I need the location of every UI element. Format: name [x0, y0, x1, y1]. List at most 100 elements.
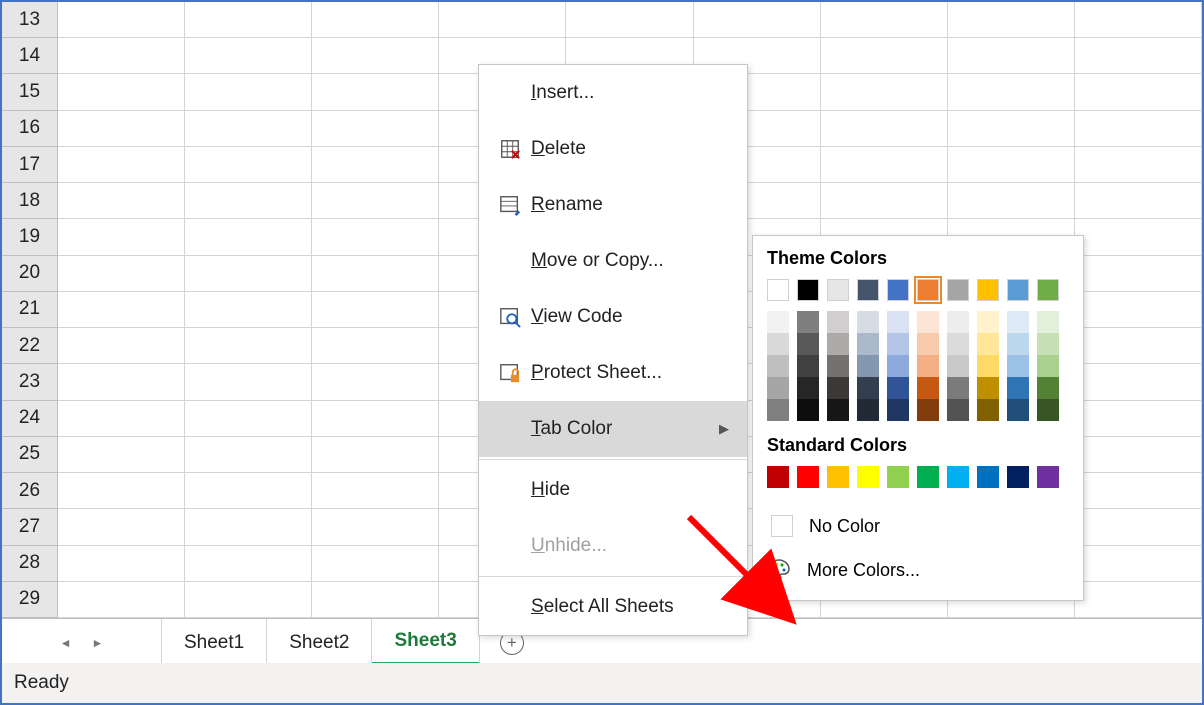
- shade-color-swatch[interactable]: [977, 333, 999, 355]
- cell[interactable]: [185, 328, 312, 363]
- cell[interactable]: [185, 364, 312, 399]
- cell[interactable]: [566, 2, 693, 37]
- standard-color-swatch[interactable]: [947, 466, 969, 488]
- ctx-protect-sheet[interactable]: Protect Sheet...: [479, 345, 747, 401]
- shade-color-swatch[interactable]: [767, 311, 789, 333]
- row-header[interactable]: 25: [2, 437, 57, 473]
- cell[interactable]: [948, 2, 1075, 37]
- theme-color-swatch[interactable]: [1037, 279, 1059, 301]
- standard-color-swatch[interactable]: [977, 466, 999, 488]
- cell[interactable]: [1075, 292, 1202, 327]
- cell[interactable]: [1075, 111, 1202, 146]
- cell[interactable]: [185, 183, 312, 218]
- theme-color-swatch[interactable]: [887, 279, 909, 301]
- shade-color-swatch[interactable]: [917, 311, 939, 333]
- shade-color-swatch[interactable]: [797, 311, 819, 333]
- row-header[interactable]: 22: [2, 328, 57, 364]
- theme-color-swatch[interactable]: [857, 279, 879, 301]
- cell[interactable]: [1075, 401, 1202, 436]
- standard-color-swatch[interactable]: [767, 466, 789, 488]
- standard-color-swatch[interactable]: [917, 466, 939, 488]
- cell[interactable]: [312, 509, 439, 544]
- ctx-rename[interactable]: Rename: [479, 177, 747, 233]
- shade-color-swatch[interactable]: [887, 333, 909, 355]
- cell[interactable]: [185, 2, 312, 37]
- row-header[interactable]: 26: [2, 473, 57, 509]
- cell[interactable]: [58, 364, 185, 399]
- row-header[interactable]: 18: [2, 183, 57, 219]
- shade-color-swatch[interactable]: [1037, 333, 1059, 355]
- cell[interactable]: [1075, 74, 1202, 109]
- row-header[interactable]: 19: [2, 219, 57, 255]
- cell[interactable]: [948, 111, 1075, 146]
- cell[interactable]: [58, 256, 185, 291]
- cell[interactable]: [312, 328, 439, 363]
- shade-color-swatch[interactable]: [827, 399, 849, 421]
- shade-color-swatch[interactable]: [797, 377, 819, 399]
- cell[interactable]: [185, 582, 312, 617]
- cell[interactable]: [312, 437, 439, 472]
- cell[interactable]: [1075, 546, 1202, 581]
- cell[interactable]: [58, 546, 185, 581]
- cell[interactable]: [312, 2, 439, 37]
- cell[interactable]: [58, 38, 185, 73]
- cell[interactable]: [312, 147, 439, 182]
- cell[interactable]: [185, 38, 312, 73]
- cell[interactable]: [58, 328, 185, 363]
- cell[interactable]: [185, 292, 312, 327]
- shade-color-swatch[interactable]: [827, 333, 849, 355]
- no-color-item[interactable]: No Color: [767, 504, 1069, 548]
- cell[interactable]: [1075, 364, 1202, 399]
- shade-color-swatch[interactable]: [827, 355, 849, 377]
- shade-color-swatch[interactable]: [857, 311, 879, 333]
- cell[interactable]: [1075, 219, 1202, 254]
- cell[interactable]: [58, 111, 185, 146]
- standard-color-swatch[interactable]: [1037, 466, 1059, 488]
- cell[interactable]: [185, 546, 312, 581]
- shade-color-swatch[interactable]: [767, 355, 789, 377]
- shade-color-swatch[interactable]: [827, 311, 849, 333]
- cell[interactable]: [821, 147, 948, 182]
- shade-color-swatch[interactable]: [947, 399, 969, 421]
- ctx-select-all-sheets[interactable]: Select All Sheets: [479, 579, 747, 635]
- shade-color-swatch[interactable]: [767, 399, 789, 421]
- shade-color-swatch[interactable]: [947, 377, 969, 399]
- cell[interactable]: [821, 74, 948, 109]
- row-header[interactable]: 15: [2, 74, 57, 110]
- shade-color-swatch[interactable]: [827, 377, 849, 399]
- cell[interactable]: [312, 292, 439, 327]
- cell[interactable]: [58, 2, 185, 37]
- cell[interactable]: [1075, 328, 1202, 363]
- shade-color-swatch[interactable]: [977, 311, 999, 333]
- cell[interactable]: [185, 147, 312, 182]
- shade-color-swatch[interactable]: [977, 399, 999, 421]
- shade-color-swatch[interactable]: [977, 355, 999, 377]
- shade-color-swatch[interactable]: [797, 399, 819, 421]
- cell[interactable]: [58, 219, 185, 254]
- cell[interactable]: [185, 509, 312, 544]
- standard-color-swatch[interactable]: [1007, 466, 1029, 488]
- ctx-unhide[interactable]: Unhide...: [479, 518, 747, 574]
- sheet-tab[interactable]: Sheet3: [372, 619, 479, 666]
- shade-color-swatch[interactable]: [947, 355, 969, 377]
- cell[interactable]: [58, 74, 185, 109]
- cell[interactable]: [58, 401, 185, 436]
- shade-color-swatch[interactable]: [887, 311, 909, 333]
- shade-color-swatch[interactable]: [857, 377, 879, 399]
- shade-color-swatch[interactable]: [917, 355, 939, 377]
- sheet-tab[interactable]: Sheet2: [267, 619, 372, 666]
- shade-color-swatch[interactable]: [947, 333, 969, 355]
- shade-color-swatch[interactable]: [1007, 333, 1029, 355]
- shade-color-swatch[interactable]: [1007, 399, 1029, 421]
- shade-color-swatch[interactable]: [767, 377, 789, 399]
- cell[interactable]: [312, 473, 439, 508]
- cell[interactable]: [1075, 2, 1202, 37]
- tab-scroll-buttons[interactable]: ◄ ►: [2, 619, 162, 666]
- cell[interactable]: [1075, 256, 1202, 291]
- theme-color-swatch[interactable]: [977, 279, 999, 301]
- ctx-insert[interactable]: Insert...: [479, 65, 747, 121]
- cell[interactable]: [694, 2, 821, 37]
- cell[interactable]: [58, 147, 185, 182]
- cell[interactable]: [948, 183, 1075, 218]
- cell[interactable]: [58, 437, 185, 472]
